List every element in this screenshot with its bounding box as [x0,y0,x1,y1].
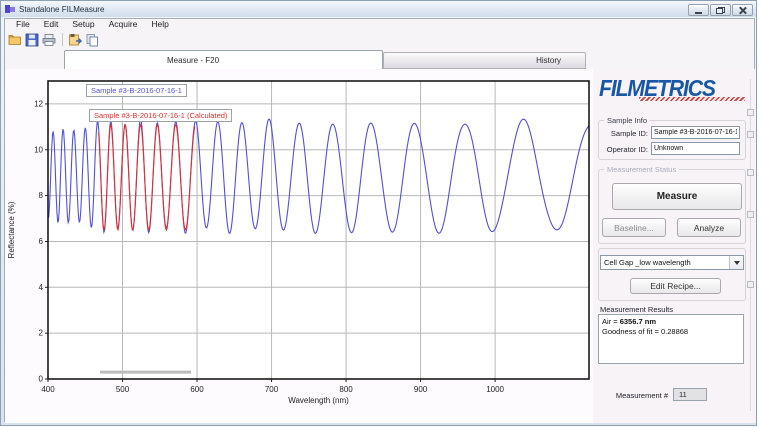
menu-edit[interactable]: Edit [37,19,66,30]
legend-measured-series: Sample #3-B-2016-07-16-1 [86,84,187,97]
sample-id-label: Sample ID: [593,129,648,138]
sample-info-legend: Sample Info [604,116,650,125]
menu-setup[interactable]: Setup [65,19,101,30]
spectrum-chart-plot[interactable]: 400 500 600 700 800 900 1000 0 2 4 6 8 10 12 Wavelengt… [5,69,593,423]
splitter-grip [747,211,754,218]
svg-text:Reflectance (%): Reflectance (%) [7,201,16,258]
minimize-icon [695,12,702,14]
sample-id-input[interactable] [651,126,740,139]
restore-icon [716,7,725,14]
svg-text:0: 0 [39,375,44,384]
splitter-grip [747,281,754,288]
result-goodness-of-fit: Goodness of fit = 0.28868 [602,327,740,337]
measurement-number-value: 11 [673,388,707,401]
copy-icon[interactable] [84,32,99,47]
chevron-down-icon [734,261,740,265]
splitter-grip [747,109,754,116]
tab-history-label: History [536,56,561,65]
recipe-select[interactable]: Cell Gap _low wavelength [600,255,744,270]
svg-text:2: 2 [39,329,44,338]
svg-text:Wavelength (nm): Wavelength (nm) [288,396,349,405]
svg-text:12: 12 [34,99,43,108]
client-area: File Edit Setup Acquire Help [4,18,755,422]
splitter-grip [747,169,754,176]
toolbar-separator [62,33,63,46]
svg-text:700: 700 [265,385,279,394]
tab-history[interactable]: History [383,52,586,69]
splitter-grip [747,131,754,138]
open-file-icon[interactable] [7,32,22,47]
tab-measure-f20-label: Measure - F20 [167,56,219,65]
result-air-prefix: Air = [602,317,620,326]
export-icon[interactable] [67,32,82,47]
minimize-button[interactable] [688,4,709,16]
sidebar-panel: FILMETRICS Sample Info Sample ID: Operat… [593,69,756,423]
menu-acquire[interactable]: Acquire [102,19,145,30]
filmetrics-logo-hatch [639,97,745,101]
measurement-results-box: Air = 6356.7 nm Goodness of fit = 0.2886… [598,314,744,364]
svg-text:4: 4 [39,283,44,292]
svg-text:10: 10 [34,145,43,154]
restore-button[interactable] [710,4,731,16]
recipe-select-dropdown-button[interactable] [729,256,743,269]
measurement-number-label: Measurement # [593,391,668,400]
tab-measure-f20[interactable]: Measure - F20 [64,50,383,69]
operator-id-input[interactable] [651,142,740,155]
filmetrics-logo: FILMETRICS [599,75,749,101]
edit-recipe-button[interactable]: Edit Recipe... [630,278,721,294]
baseline-button[interactable]: Baseline... [602,218,666,237]
chart-page: 400 500 600 700 800 900 1000 0 2 4 6 8 10 12 Wavelengt… [5,69,593,423]
result-air-gap: Air = 6356.7 nm [602,317,740,327]
toolbar [5,30,754,49]
measure-button[interactable]: Measure [612,183,742,210]
panel-splitter [750,79,751,411]
save-icon[interactable] [24,32,39,47]
recipe-select-value: Cell Gap _low wavelength [601,256,729,269]
svg-text:8: 8 [39,191,44,200]
close-button[interactable] [732,4,753,16]
menu-bar: File Edit Setup Acquire Help [5,19,754,30]
close-icon [738,6,747,15]
analyze-button[interactable]: Analyze [677,218,741,237]
svg-text:6: 6 [39,237,44,246]
result-air-value: 6356.7 nm [620,317,656,326]
svg-text:400: 400 [41,385,55,394]
print-icon[interactable] [41,32,56,47]
app-icon [5,4,15,14]
menu-file[interactable]: File [9,19,37,30]
window-title: Standalone FILMeasure [19,5,104,14]
svg-text:600: 600 [190,385,204,394]
measurement-status-legend: Measurement Status [604,165,679,174]
menu-help[interactable]: Help [144,19,175,30]
svg-text:500: 500 [116,385,130,394]
tab-strip: Measure - F20 History [5,49,754,69]
measurement-results-label: Measurement Results [600,305,673,314]
svg-text:1000: 1000 [486,385,504,394]
title-bar[interactable]: Standalone FILMeasure [1,1,756,17]
svg-text:900: 900 [414,385,428,394]
svg-text:800: 800 [339,385,353,394]
legend-calculated-series: Sample #3-B-2016-07-16-1 (Calculated) [89,109,232,122]
operator-id-label: Operator ID: [593,145,648,154]
app-window: Standalone FILMeasure File Edit Setup Ac… [0,0,757,426]
